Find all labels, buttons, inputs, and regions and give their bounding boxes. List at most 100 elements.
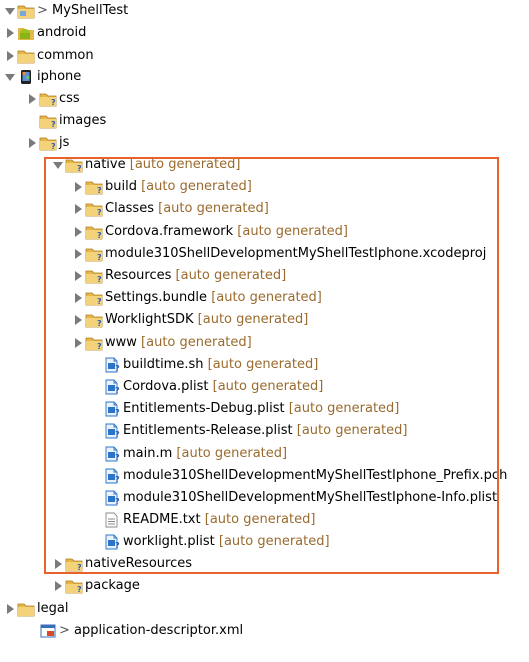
auto-generated-decoration: [auto generated]: [211, 290, 322, 305]
folder-unknown-icon: ?: [39, 91, 57, 107]
item-name: module310ShellDevelopmentMyShellTestIpho…: [105, 246, 487, 261]
collapsed-twisty-icon[interactable]: [73, 221, 83, 243]
tree-item-legal[interactable]: legal: [0, 598, 524, 620]
tree-item-buildtime-sh[interactable]: ? buildtime.sh [auto generated]: [0, 354, 438, 376]
tree-item-entitlements-release-plist[interactable]: ? Entitlements-Release.plist [auto genera…: [0, 420, 438, 442]
collapsed-twisty-icon[interactable]: [27, 88, 37, 110]
svg-text:?: ?: [115, 475, 120, 484]
folder-unknown-icon: ?: [85, 201, 103, 217]
auto-generated-decoration: [auto generated]: [158, 201, 269, 216]
item-name: application-descriptor.xml: [74, 623, 244, 638]
svg-text:?: ?: [77, 164, 82, 173]
tree-item-module310shelldevelopmentmyshelltestiphone-xcodeproj[interactable]: ? module310ShellDevelopmentMyShellTestIph…: [0, 243, 486, 265]
tree-item-application-descriptor-xml[interactable]: > application-descriptor.xml: [0, 620, 502, 642]
tree-item-classes[interactable]: ? Classes [auto generated]: [0, 198, 456, 220]
item-name: package: [85, 578, 140, 593]
file-unknown-icon: ?: [103, 357, 121, 373]
tree-item-label: native [auto generated]: [85, 154, 240, 176]
item-name: common: [37, 48, 94, 63]
item-name: worklight.plist: [123, 534, 215, 549]
tree-item-label: android: [37, 22, 86, 44]
tree-item-label: module310ShellDevelopmentMyShellTestIpho…: [123, 487, 497, 509]
tree-item-cordova-framework[interactable]: ? Cordova.framework [auto generated]: [0, 221, 456, 243]
tree-item-module310shelldevelopmentmyshelltestiphone-prefix-pch[interactable]: ? module310ShellDevelopmentMyShellTestIph…: [0, 465, 507, 487]
tree-item-label: legal: [37, 598, 68, 620]
tree-item-label: Cordova.plist [auto generated]: [123, 376, 323, 398]
collapsed-twisty-icon[interactable]: [5, 22, 15, 44]
tree-item-worklight-plist[interactable]: ? worklight.plist [auto generated]: [0, 531, 438, 553]
folder-unknown-icon: ?: [85, 268, 103, 284]
folder-unknown-icon: ?: [85, 312, 103, 328]
tree-item-build[interactable]: ? build [auto generated]: [0, 176, 456, 198]
collapsed-twisty-icon[interactable]: [5, 45, 15, 67]
svg-text:?: ?: [115, 541, 120, 550]
svg-text:?: ?: [51, 120, 56, 129]
svg-text:?: ?: [97, 297, 102, 306]
svg-text:?: ?: [115, 408, 120, 417]
expanded-twisty-icon[interactable]: [5, 0, 15, 22]
folder-unknown-icon: ?: [65, 578, 83, 594]
tree-item-label: main.m [auto generated]: [123, 443, 287, 465]
collapsed-twisty-icon[interactable]: [27, 132, 37, 154]
tree-item-myshelltest[interactable]: > MyShellTest: [0, 0, 524, 22]
folder-unknown-icon: ?: [39, 135, 57, 151]
collapsed-twisty-icon[interactable]: [73, 332, 83, 354]
auto-generated-decoration: [auto generated]: [197, 312, 309, 327]
file-unknown-icon: ?: [103, 401, 121, 417]
auto-generated-decoration: [auto generated]: [237, 224, 348, 239]
svg-text:?: ?: [97, 253, 102, 262]
tree-item-label: images: [59, 110, 106, 132]
item-name: Settings.bundle: [105, 290, 208, 305]
tree-item-css[interactable]: ? css: [0, 88, 502, 110]
tree-item-main-m[interactable]: ? main.m [auto generated]: [0, 443, 438, 465]
expanded-twisty-icon[interactable]: [5, 66, 15, 88]
tree-item-resources[interactable]: ? Resources [auto generated]: [0, 265, 456, 287]
tree-item-label: Cordova.framework [auto generated]: [105, 221, 348, 243]
file-unknown-icon: ?: [103, 490, 121, 506]
tree-item-www[interactable]: ? www [auto generated]: [0, 332, 456, 354]
tree-item-package[interactable]: ? package: [0, 575, 476, 597]
tree-item-label: iphone: [37, 66, 81, 88]
svg-text:?: ?: [51, 142, 56, 151]
collapsed-twisty-icon[interactable]: [5, 598, 15, 620]
tree-item-readme-txt[interactable]: README.txt [auto generated]: [0, 509, 438, 531]
collapsed-twisty-icon[interactable]: [73, 243, 83, 265]
item-name: css: [59, 91, 80, 106]
tree-item-label: css: [59, 88, 80, 110]
tree-item-js[interactable]: ? js: [0, 132, 502, 154]
collapsed-twisty-icon[interactable]: [53, 575, 63, 597]
tree-item-android[interactable]: android: [0, 22, 524, 44]
auto-generated-decoration: [auto generated]: [176, 446, 288, 461]
tree-item-settings-bundle[interactable]: ? Settings.bundle [auto generated]: [0, 287, 456, 309]
file-unknown-icon: ?: [103, 534, 121, 550]
expanded-twisty-icon[interactable]: [53, 154, 63, 176]
auto-generated-decoration: [auto generated]: [129, 157, 241, 172]
item-name: images: [59, 113, 107, 128]
tree-item-module310shelldevelopmentmyshelltestiphone-info-plist[interactable]: ? module310ShellDevelopmentMyShellTestIph…: [0, 487, 497, 509]
collapsed-twisty-icon[interactable]: [73, 287, 83, 309]
svg-text:?: ?: [51, 98, 56, 107]
folder-unknown-icon: ?: [65, 556, 83, 572]
android-folder-icon: [17, 25, 35, 41]
project-folder-icon: [17, 3, 35, 19]
tree-item-nativeresources[interactable]: ? nativeResources: [0, 553, 476, 575]
tree-item-cordova-plist[interactable]: ? Cordova.plist [auto generated]: [0, 376, 438, 398]
svg-text:?: ?: [97, 231, 102, 240]
item-name: WorklightSDK: [105, 312, 194, 327]
svg-text:?: ?: [97, 186, 102, 195]
folder-unknown-icon: ?: [85, 179, 103, 195]
tree-item-iphone[interactable]: iphone: [0, 66, 524, 88]
tree-item-worklightsdk[interactable]: ? WorklightSDK [auto generated]: [0, 309, 456, 331]
tree-item-entitlements-debug-plist[interactable]: ? Entitlements-Debug.plist [auto generate…: [0, 398, 438, 420]
collapsed-twisty-icon[interactable]: [73, 198, 83, 220]
folder-icon: [17, 601, 35, 617]
collapsed-twisty-icon[interactable]: [73, 176, 83, 198]
collapsed-twisty-icon[interactable]: [73, 265, 83, 287]
collapsed-twisty-icon[interactable]: [53, 553, 63, 575]
tree-item-common[interactable]: common: [0, 45, 524, 67]
tree-item-native[interactable]: ? native [auto generated]: [0, 154, 476, 176]
svg-text:?: ?: [115, 453, 120, 462]
dirty-marker: >: [37, 3, 53, 18]
collapsed-twisty-icon[interactable]: [73, 309, 83, 331]
tree-item-images[interactable]: ? images: [0, 110, 502, 132]
